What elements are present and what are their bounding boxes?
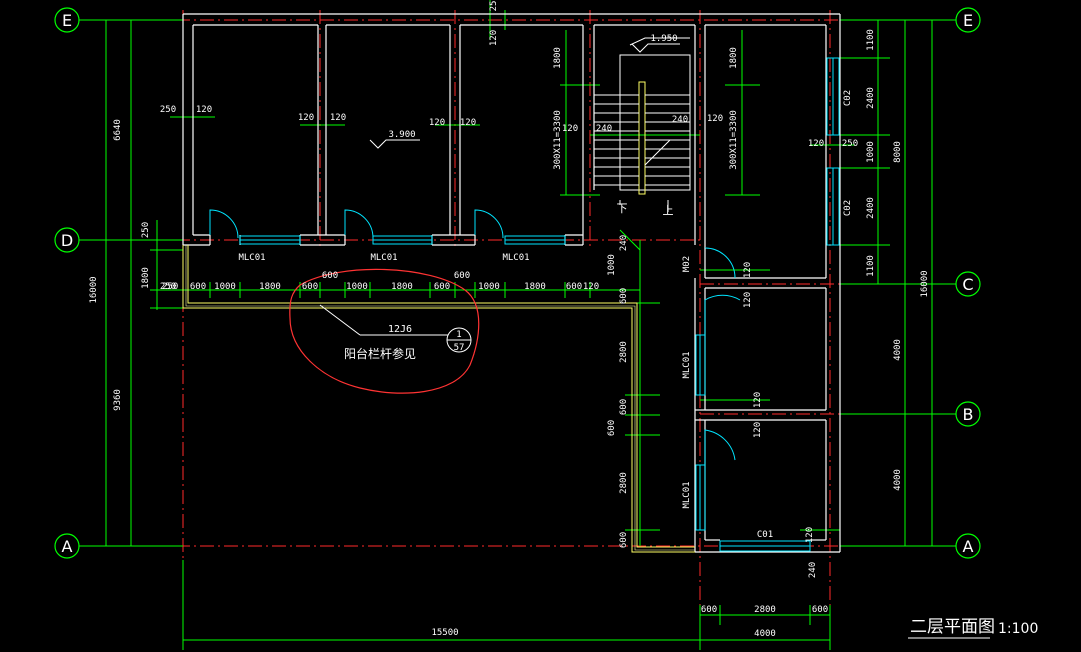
drawing-title: 二层平面图 — [910, 617, 995, 637]
dim-bal-1800-a: 1800 — [259, 282, 281, 292]
stair-down-label: 下 — [617, 202, 628, 215]
dim-wing-120-b: 120 — [743, 292, 753, 308]
label-m02: M02 — [682, 256, 692, 272]
dim-bal-250: 250 — [160, 282, 176, 292]
dim-v-600-a: 600 — [619, 288, 629, 304]
detail-sheet: 57 — [454, 343, 465, 353]
dim-bal-600-b: 600 — [302, 282, 318, 292]
label-mlc01-a: MLC01 — [238, 253, 265, 263]
dim-250-left-a: 250 — [141, 222, 151, 238]
dim-stair-run-a: 300X11=3300 — [553, 110, 563, 170]
drawing-scale: 1:100 — [998, 621, 1038, 637]
dim-1000-right: 1000 — [866, 141, 876, 163]
label-mlc01-c: MLC01 — [502, 253, 529, 263]
label-mlc01-b: MLC01 — [370, 253, 397, 263]
axis-label-c-right: C — [962, 275, 973, 294]
dim-bal-1000-a: 1000 — [214, 282, 236, 292]
detail-reference: 12J6 — [388, 324, 412, 335]
dim-1100-a: 1100 — [866, 29, 876, 51]
axis-label-b-right: B — [963, 405, 974, 424]
dim-2400-b: 2400 — [866, 197, 876, 219]
dim-room3-120-b: 120 — [460, 118, 476, 128]
dim-v-600-d: 600 — [619, 532, 629, 548]
dim-v-600-b: 600 — [619, 399, 629, 415]
floor-plan-canvas: E D A E C B A 6640 16000 9360 250 1800 2… — [54, 0, 1038, 650]
dim-4000-bottom: 4000 — [754, 629, 776, 639]
dim-room3-120-a: 120 — [429, 118, 445, 128]
dim-stair-120-right: 120 — [707, 114, 723, 124]
label-c01: C01 — [757, 530, 773, 540]
dim-wing-120-d: 120 — [753, 422, 763, 438]
dim-wing-120-e: 120 — [805, 527, 815, 543]
dim-4000-right-a: 4000 — [893, 339, 903, 361]
dim-8000: 8000 — [893, 141, 903, 163]
dim-room2-120-b: 120 — [330, 113, 346, 123]
dim-right-120: 120 — [808, 139, 824, 149]
dim-stair-240-a: 240 — [596, 124, 612, 134]
dim-stair-run-b: 300X11=3300 — [729, 110, 739, 170]
dim-bal-600-top-a: 600 — [322, 271, 338, 281]
dim-stair-240-b: 240 — [672, 115, 688, 125]
dim-16000-right: 16000 — [920, 270, 930, 297]
axis-bubble-leaders — [79, 19, 956, 547]
dim-600-bottom-b: 600 — [812, 605, 828, 615]
dim-v-600-c: 600 — [607, 420, 617, 436]
dim-v-2800-b: 2800 — [619, 472, 629, 494]
dim-stair-120: 120 — [562, 124, 578, 134]
walls — [182, 13, 841, 553]
dim-6640: 6640 — [113, 119, 123, 141]
dim-v-1000: 1000 — [607, 254, 617, 276]
stair-up-label: 上 — [663, 204, 674, 217]
dim-v-240: 240 — [619, 235, 629, 251]
dim-stair-1800-a: 1800 — [553, 47, 563, 69]
dim-room1-120: 120 — [196, 105, 212, 115]
dim-4000-right-b: 4000 — [893, 469, 903, 491]
label-c02-b: C02 — [843, 200, 853, 216]
dim-16000-left: 16000 — [89, 276, 99, 303]
dim-top-120: 120 — [489, 30, 499, 46]
dim-bal-1800-c: 1800 — [524, 282, 546, 292]
axis-label-e-right: E — [963, 11, 973, 30]
detail-number: 1 — [456, 330, 461, 340]
dim-bal-120: 120 — [583, 282, 599, 292]
leader-line — [319, 304, 361, 336]
dim-bal-600-c: 600 — [434, 282, 450, 292]
dim-1100-b: 1100 — [866, 255, 876, 277]
label-mlc01-e: MLC01 — [682, 481, 692, 508]
doors — [209, 209, 741, 465]
dim-stair-1800-b: 1800 — [729, 47, 739, 69]
elevation-room: 3.900 — [388, 130, 415, 140]
elevation-stair: 1.950 — [650, 34, 677, 44]
label-c02-a: C02 — [843, 90, 853, 106]
label-mlc01-d: MLC01 — [682, 351, 692, 378]
axis-label-a-right: A — [963, 537, 974, 556]
dim-wing-120-c: 120 — [753, 392, 763, 408]
axis-label-a-left: A — [62, 537, 73, 556]
elevation-mark-room — [369, 139, 420, 149]
axis-label-d-left: D — [61, 231, 73, 250]
dim-top-25: 25 — [489, 1, 499, 12]
dim-room1-250: 250 — [160, 105, 176, 115]
dim-1800-left: 1800 — [141, 267, 151, 289]
dim-2400-a: 2400 — [866, 87, 876, 109]
dim-bal-600-d: 600 — [566, 282, 582, 292]
dim-wing-120-a: 120 — [743, 262, 753, 278]
axis-label-e-left: E — [62, 11, 72, 30]
dim-v-240-b: 240 — [808, 562, 818, 578]
dim-right-250: 250 — [842, 139, 858, 149]
dim-600-bottom-a: 600 — [701, 605, 717, 615]
dim-bal-1000-c: 1000 — [478, 282, 500, 292]
dim-bal-1000-b: 1000 — [346, 282, 368, 292]
dim-9360: 9360 — [113, 389, 123, 411]
dim-2800-bottom: 2800 — [754, 605, 776, 615]
dim-15500: 15500 — [431, 628, 458, 638]
dim-bal-600-top-b: 600 — [454, 271, 470, 281]
dim-bal-600-a: 600 — [190, 282, 206, 292]
elevation-mark-stair — [631, 43, 680, 53]
dim-room2-120-a: 120 — [298, 113, 314, 123]
dim-bal-1800-b: 1800 — [391, 282, 413, 292]
railing-note: 阳台栏杆参见 — [344, 346, 416, 361]
dim-v-2800-a: 2800 — [619, 341, 629, 363]
